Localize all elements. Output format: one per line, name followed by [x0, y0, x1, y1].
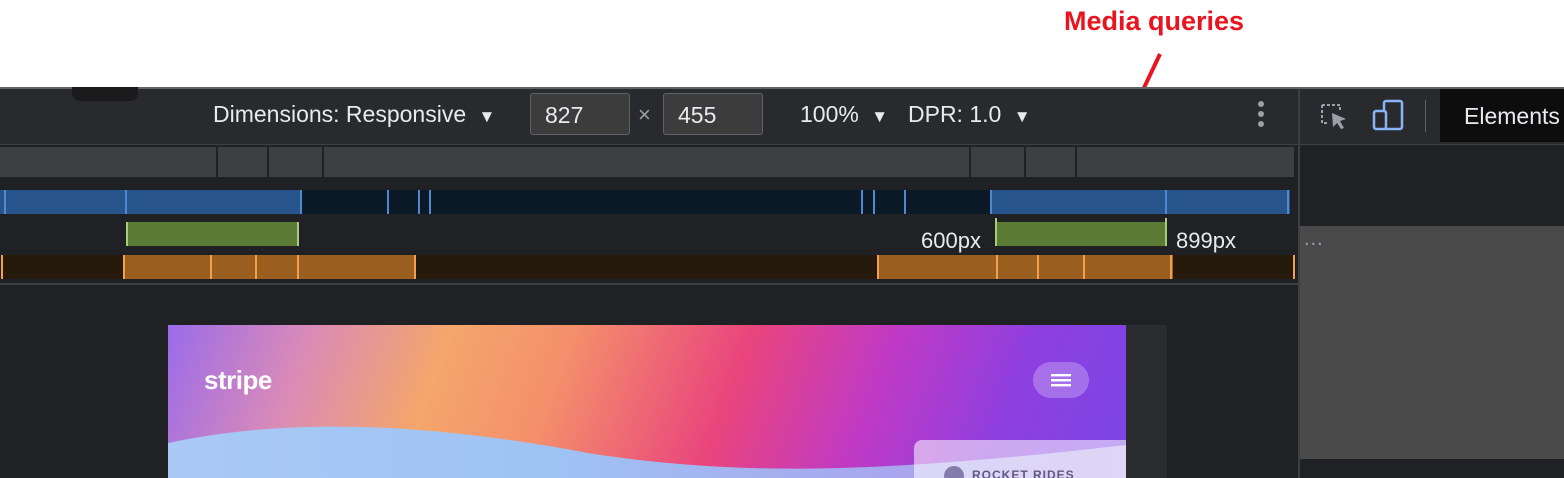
ruler-divider	[0, 283, 1298, 285]
more-options-icon[interactable]	[1255, 101, 1267, 131]
zoom-dropdown[interactable]: 100% ▼	[800, 101, 888, 128]
width-input[interactable]: 827	[530, 93, 630, 135]
toolbar-divider	[1425, 100, 1426, 132]
range-query-left[interactable]	[126, 222, 299, 246]
inspect-element-icon[interactable]	[1320, 103, 1350, 131]
device-viewport: stripe ROCKET RIDES	[168, 325, 1126, 478]
card-title: ROCKET RIDES	[972, 468, 1075, 478]
hamburger-icon	[1051, 374, 1071, 387]
min-width-query-right[interactable]	[877, 255, 1173, 279]
ruler	[0, 147, 1294, 177]
rocket-logo-icon	[944, 466, 964, 478]
preview-card: ROCKET RIDES	[914, 440, 1126, 478]
chevron-down-icon: ▼	[478, 107, 496, 126]
tab-notch	[72, 87, 138, 101]
tab-elements[interactable]: Elements	[1440, 89, 1564, 142]
dimensions-label: Dimensions: Responsive	[213, 101, 467, 127]
device-toggle-icon[interactable]	[1372, 99, 1406, 133]
zoom-label: 100%	[800, 101, 859, 127]
dpr-label: DPR: 1.0	[908, 101, 1002, 127]
max-width-query-left[interactable]	[0, 190, 302, 214]
dimensions-dropdown[interactable]: Dimensions: Responsive ▼	[213, 101, 495, 128]
dpr-dropdown[interactable]: DPR: 1.0 ▼	[908, 101, 1031, 128]
range-query-right[interactable]	[995, 222, 1167, 246]
panel-content	[1300, 226, 1564, 459]
times-icon: ×	[638, 102, 651, 127]
chevron-down-icon: ▼	[1013, 107, 1031, 126]
stripe-logo[interactable]: stripe	[204, 365, 272, 396]
ellipsis-indicator: ...	[1304, 228, 1324, 250]
height-input[interactable]: 455	[663, 93, 763, 135]
max-width-query-right[interactable]	[990, 190, 1290, 214]
breakpoint-max-label: 899px	[1176, 228, 1236, 253]
annotation-label: Media queries	[1064, 6, 1245, 36]
min-width-query-left[interactable]	[123, 255, 416, 279]
chevron-down-icon: ▼	[871, 107, 889, 126]
menu-button[interactable]	[1033, 362, 1089, 398]
breakpoint-min-label: 600px	[921, 228, 981, 253]
